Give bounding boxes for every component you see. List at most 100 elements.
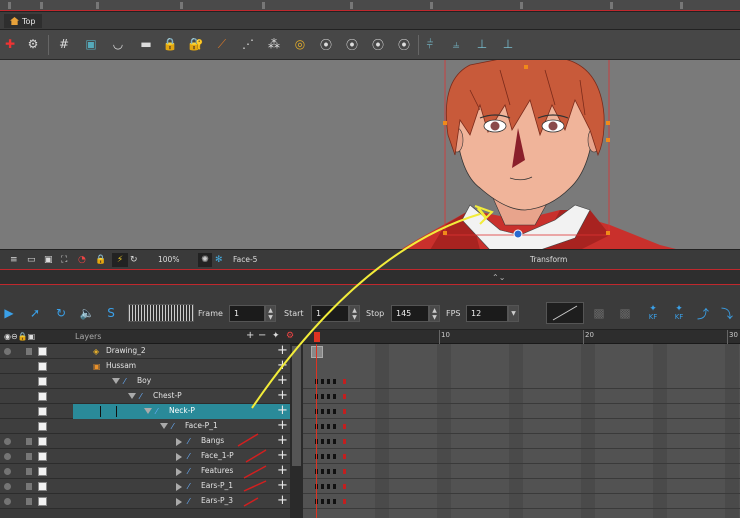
layer-add-icon[interactable]: +: [277, 404, 288, 418]
distribute-h-icon[interactable]: ⊥: [474, 36, 490, 52]
layer-add-icon[interactable]: +: [277, 494, 288, 508]
layer-row-ears-p-3[interactable]: ⁄ Ears-P_3 +: [0, 494, 303, 509]
timeline-row-ears-p-1[interactable]: [303, 479, 740, 494]
speed-slider[interactable]: [128, 304, 194, 322]
distribute-v-icon[interactable]: ⊥: [500, 36, 516, 52]
layer-options-icon[interactable]: ⚙: [286, 331, 294, 341]
align-h-icon[interactable]: ⫩: [422, 36, 438, 52]
play-icon[interactable]: ▶: [0, 304, 18, 322]
ease-curve-preset[interactable]: [546, 302, 584, 324]
add-peg-icon[interactable]: ✦: [272, 331, 280, 341]
layer-add-icon[interactable]: +: [277, 434, 288, 448]
expand-chevron-icon[interactable]: [176, 468, 182, 476]
mirror-icon[interactable]: ◎: [292, 36, 308, 52]
layer-add-icon[interactable]: +: [277, 479, 288, 493]
layer-row-neck-p[interactable]: ⁄ Neck-P +: [0, 404, 303, 419]
layer-row-bangs[interactable]: ⁄ Bangs +: [0, 434, 303, 449]
timeline-grid[interactable]: [303, 344, 740, 518]
expand-chevron-icon[interactable]: [176, 453, 182, 461]
drawing-node-icon[interactable]: ✻: [215, 253, 223, 267]
lock-add-icon[interactable]: 🔐: [188, 36, 204, 52]
visibility-header-icon[interactable]: ◉⊖🔒▣: [4, 332, 35, 341]
interpolation-icon[interactable]: ⤴: [694, 304, 712, 322]
layers-icon[interactable]: ≡: [10, 253, 18, 267]
start-field[interactable]: 1: [311, 305, 349, 322]
frame-icon[interactable]: ▭: [27, 253, 36, 267]
lock-view-icon[interactable]: 🔒: [95, 253, 106, 267]
layer-add-icon[interactable]: +: [277, 464, 288, 478]
add-layer-icon[interactable]: +: [246, 330, 254, 341]
sound-icon[interactable]: 🔈: [78, 304, 96, 322]
expand-chevron-icon[interactable]: [176, 498, 182, 506]
timeline-row-neck-p[interactable]: [303, 404, 740, 419]
panel-divider[interactable]: ⌃⌄: [0, 269, 740, 285]
playhead-handle[interactable]: [311, 330, 323, 344]
flip-v-icon[interactable]: ⦿: [344, 36, 360, 52]
frame-stepper[interactable]: ▲ ▼: [265, 305, 276, 322]
ease-icon[interactable]: ⤵: [718, 304, 736, 322]
layer-row-ears-p-1[interactable]: ⁄ Ears-P_1 +: [0, 479, 303, 494]
exposure-cell[interactable]: [311, 346, 323, 358]
tab-top-view[interactable]: Top: [4, 14, 42, 28]
onion-skin-icon[interactable]: ◡: [110, 36, 126, 52]
expand-chevron-icon[interactable]: [112, 378, 120, 384]
timeline-row-bangs[interactable]: [303, 434, 740, 449]
safe-area-icon[interactable]: ▣: [44, 253, 53, 267]
timeline-row-face-p-1[interactable]: [303, 419, 740, 434]
lock-icon[interactable]: 🔒: [162, 36, 178, 52]
fps-dropdown[interactable]: ▼: [508, 305, 519, 322]
layer-row-boy[interactable]: ⁄ Boy +: [0, 374, 303, 389]
render-preview-icon[interactable]: ⚡: [112, 253, 128, 267]
layer-scrollbar[interactable]: [290, 344, 303, 518]
peg-icon[interactable]: ⁂: [266, 36, 282, 52]
timeline-row-boy[interactable]: [303, 374, 740, 389]
remove-keyframe-button[interactable]: ✦ KF: [670, 304, 688, 322]
layer-row-face-p-1[interactable]: ⁄ Face-P_1 +: [0, 419, 303, 434]
layer-row-face-1-p[interactable]: ⁄ Face_1-P +: [0, 449, 303, 464]
zoom-level[interactable]: 100%: [158, 255, 179, 264]
stop-field[interactable]: 145: [391, 305, 429, 322]
expand-chevron-icon[interactable]: [176, 483, 182, 491]
timeline-row-features[interactable]: [303, 464, 740, 479]
timeline-row-ears-p-3[interactable]: [303, 494, 740, 509]
rotate-cw-icon[interactable]: ⦿: [370, 36, 386, 52]
timeline-row-face-1-p[interactable]: [303, 449, 740, 464]
layer-add-icon[interactable]: +: [277, 344, 288, 358]
play-selection-icon[interactable]: ➚: [26, 304, 44, 322]
layer-add-icon[interactable]: +: [277, 389, 288, 403]
reset-view-icon[interactable]: ↻: [130, 253, 138, 267]
rotate-ccw-icon[interactable]: ⦿: [396, 36, 412, 52]
expand-chevron-icon[interactable]: [128, 393, 136, 399]
expand-chevron-icon[interactable]: [144, 408, 152, 414]
timeline-row-chest-p[interactable]: [303, 389, 740, 404]
add-keyframe-button[interactable]: ✦ KF: [644, 304, 662, 322]
stop-stepper[interactable]: ▲ ▼: [429, 305, 440, 322]
layer-add-icon[interactable]: +: [277, 419, 288, 433]
flip-h-icon[interactable]: ⦿: [318, 36, 334, 52]
loop-icon[interactable]: ↻: [52, 304, 70, 322]
drawing-gear-icon[interactable]: ✺: [198, 253, 212, 267]
layer-add-icon[interactable]: +: [277, 449, 288, 463]
motion-keyframe-icon[interactable]: ▩: [590, 304, 608, 322]
timeline-ruler[interactable]: 10 20 30: [303, 330, 740, 344]
layer-row-features[interactable]: ⁄ Features +: [0, 464, 303, 479]
stop-motion-keyframe-icon[interactable]: ▩: [616, 304, 634, 322]
fps-field[interactable]: 12: [466, 305, 508, 322]
remove-layer-icon[interactable]: −: [258, 330, 266, 341]
camera-view-icon[interactable]: ▣: [83, 36, 99, 52]
layer-add-icon[interactable]: +: [277, 359, 288, 373]
layer-add-icon[interactable]: +: [277, 374, 288, 388]
transform-tool-icon[interactable]: ✚: [2, 36, 18, 52]
bone-icon[interactable]: ⟋: [214, 36, 230, 52]
collapse-arrows-icon[interactable]: ⌃⌄: [492, 273, 505, 282]
camera-view[interactable]: [0, 60, 740, 250]
chain-icon[interactable]: ⋰: [240, 36, 256, 52]
fit-icon[interactable]: ⛶: [61, 253, 67, 267]
start-stepper[interactable]: ▲ ▼: [349, 305, 360, 322]
expand-chevron-icon[interactable]: [160, 423, 168, 429]
align-v-icon[interactable]: ⫨: [448, 36, 464, 52]
grid-icon[interactable]: #: [56, 36, 72, 52]
layer-row-hussam[interactable]: ▣ Hussam +: [0, 359, 303, 374]
expand-chevron-icon[interactable]: [176, 438, 182, 446]
light-table-icon[interactable]: ▬: [138, 36, 154, 52]
